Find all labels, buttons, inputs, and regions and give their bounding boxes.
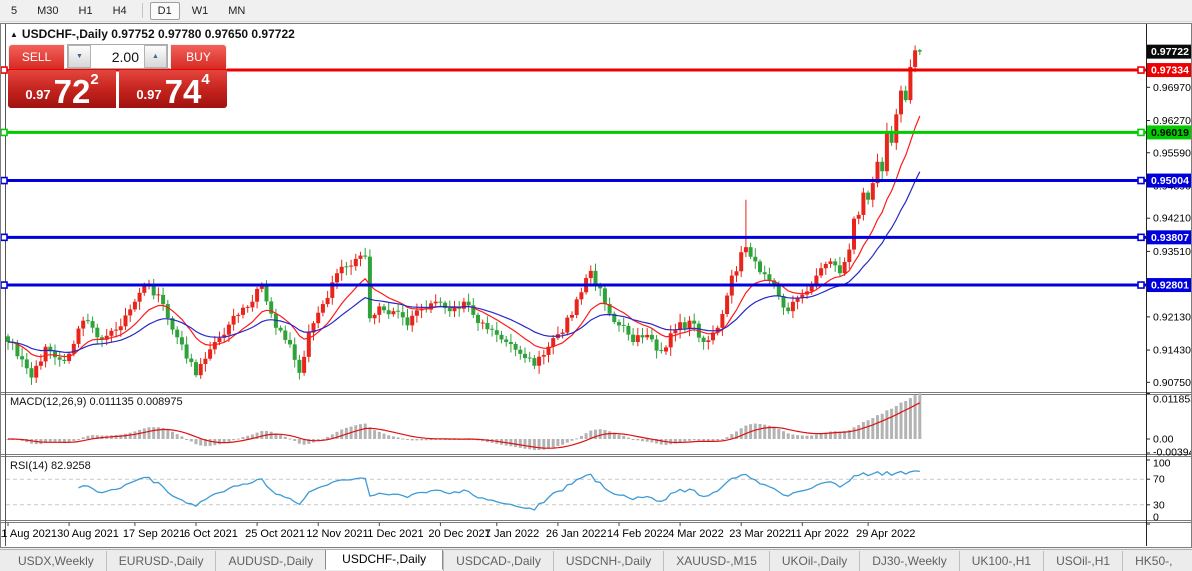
tf-m5[interactable]: 5 [3, 2, 25, 20]
svg-text:12 Nov 2021: 12 Nov 2021 [306, 528, 368, 540]
one-click-trade-widget: SELL ▼ ▲ BUY 0.97 72 2 0.97 74 4 [8, 44, 227, 108]
svg-text:30 Aug 2021: 30 Aug 2021 [57, 528, 119, 540]
svg-text:0.96270: 0.96270 [1153, 115, 1191, 127]
tf-w1[interactable]: W1 [184, 2, 217, 20]
svg-text:0.00: 0.00 [1153, 434, 1174, 446]
chart-title: ▲ USDCHF-,Daily 0.97752 0.97780 0.97650 0… [10, 27, 295, 41]
sell-button[interactable]: SELL [8, 44, 65, 69]
svg-text:23 Mar 2022: 23 Mar 2022 [729, 528, 791, 540]
svg-text:0.96970: 0.96970 [1153, 82, 1191, 94]
svg-text:17 Sep 2021: 17 Sep 2021 [123, 528, 185, 540]
tab-usdcad-daily[interactable]: USDCAD-,Daily [443, 551, 553, 571]
tab-audusd-daily[interactable]: AUDUSD-,Daily [215, 551, 325, 571]
tab-dj30-weekly[interactable]: DJ30-,Weekly [859, 551, 958, 571]
buy-price-pip: 4 [201, 71, 209, 88]
svg-text:0.95004: 0.95004 [1151, 175, 1189, 187]
tf-h1[interactable]: H1 [71, 2, 101, 20]
toolbar-divider [142, 3, 143, 18]
tab-usdchf-daily[interactable]: USDCHF-,Daily [325, 549, 443, 570]
svg-text:0.93510: 0.93510 [1153, 246, 1191, 258]
svg-text:0.92130: 0.92130 [1153, 311, 1191, 323]
sell-price-pip: 2 [90, 71, 98, 88]
tab-eurusd-daily[interactable]: EURUSD-,Daily [106, 551, 216, 571]
sell-price-big: 72 [54, 79, 91, 105]
volume-input[interactable] [91, 45, 144, 68]
svg-text:0.90750: 0.90750 [1153, 377, 1191, 389]
symbol-tab-bar: USDX,Weekly EURUSD-,Daily AUDUSD-,Daily … [0, 549, 1192, 571]
svg-text:0.93807: 0.93807 [1151, 232, 1189, 244]
tf-m30[interactable]: M30 [29, 2, 66, 20]
buy-price-tile[interactable]: 0.97 74 4 [119, 70, 227, 108]
svg-text:0.95590: 0.95590 [1153, 147, 1191, 159]
buy-price-big: 74 [165, 79, 202, 105]
svg-text:26 Jan 2022: 26 Jan 2022 [546, 528, 607, 540]
tab-hk50[interactable]: HK50-, [1122, 551, 1184, 571]
svg-text:14 Feb 2022: 14 Feb 2022 [607, 528, 669, 540]
svg-text:4 Mar 2022: 4 Mar 2022 [668, 528, 724, 540]
svg-text:6 Oct 2021: 6 Oct 2021 [184, 528, 238, 540]
macd-indicator-label: MACD(12,26,9) 0.011135 0.008975 [10, 396, 183, 408]
buy-button[interactable]: BUY [170, 44, 227, 69]
svg-text:0.97334: 0.97334 [1151, 65, 1189, 77]
svg-text:1 Dec 2021: 1 Dec 2021 [367, 528, 423, 540]
tab-scroll-arrows: ◄ ► [1184, 556, 1192, 566]
chart-window: 0.969700.962700.955900.948900.942100.935… [0, 23, 1192, 548]
volume-increase-button[interactable]: ▲ [144, 45, 167, 68]
tab-xauusd-m15[interactable]: XAUUSD-,M15 [663, 551, 769, 571]
terminal-screen: 5 M30 H1 H4 D1 W1 MN 0.96970 0.96270 0.955… [0, 0, 1192, 571]
tab-usdcnh-daily[interactable]: USDCNH-,Daily [553, 551, 663, 571]
tab-ukoil-daily[interactable]: UKOil-,Daily [769, 551, 859, 571]
svg-text:0.011853: 0.011853 [1153, 394, 1191, 406]
sell-price-tile[interactable]: 0.97 72 2 [8, 70, 116, 108]
tf-d1[interactable]: D1 [150, 2, 180, 20]
tab-scroll-left-icon[interactable]: ◄ [1184, 556, 1192, 565]
chart-title-symbol: USDCHF-,Daily [22, 27, 108, 41]
svg-text:11 Aug 2021: 11 Aug 2021 [1, 528, 57, 540]
tf-mn[interactable]: MN [220, 2, 253, 20]
tab-usdx-weekly[interactable]: USDX,Weekly [6, 551, 106, 571]
svg-text:20 Dec 2021: 20 Dec 2021 [428, 528, 490, 540]
tf-h4[interactable]: H4 [105, 2, 135, 20]
svg-text:0.94210: 0.94210 [1153, 213, 1191, 225]
svg-text:25 Oct 2021: 25 Oct 2021 [245, 528, 305, 540]
svg-text:0.96019: 0.96019 [1151, 127, 1189, 139]
svg-text:29 Apr 2022: 29 Apr 2022 [856, 528, 915, 540]
sell-price-prefix: 0.97 [25, 87, 50, 102]
svg-text:0.92801: 0.92801 [1151, 280, 1189, 292]
tab-uk100-h1[interactable]: UK100-,H1 [959, 551, 1043, 571]
buy-price-prefix: 0.97 [136, 87, 161, 102]
svg-text:0: 0 [1153, 512, 1159, 524]
rsi-indicator-label: RSI(14) 82.9258 [10, 460, 91, 472]
timeframe-toolbar: 5 M30 H1 H4 D1 W1 MN [0, 0, 1192, 22]
svg-text:0.97722: 0.97722 [1151, 46, 1189, 58]
tab-usoil-h1[interactable]: USOil-,H1 [1043, 551, 1122, 571]
chart-title-ohlc: 0.97752 0.97780 0.97650 0.97722 [111, 27, 295, 41]
volume-stepper: ▼ ▲ [67, 44, 168, 69]
collapse-triangle-icon[interactable]: ▲ [10, 30, 18, 39]
svg-text:0.91430: 0.91430 [1153, 345, 1191, 357]
svg-text:7 Jan 2022: 7 Jan 2022 [485, 528, 539, 540]
svg-text:100: 100 [1153, 458, 1171, 470]
svg-text:70: 70 [1153, 474, 1165, 486]
svg-text:30: 30 [1153, 499, 1165, 511]
svg-text:11 Apr 2022: 11 Apr 2022 [790, 528, 849, 540]
volume-decrease-button[interactable]: ▼ [68, 45, 91, 68]
